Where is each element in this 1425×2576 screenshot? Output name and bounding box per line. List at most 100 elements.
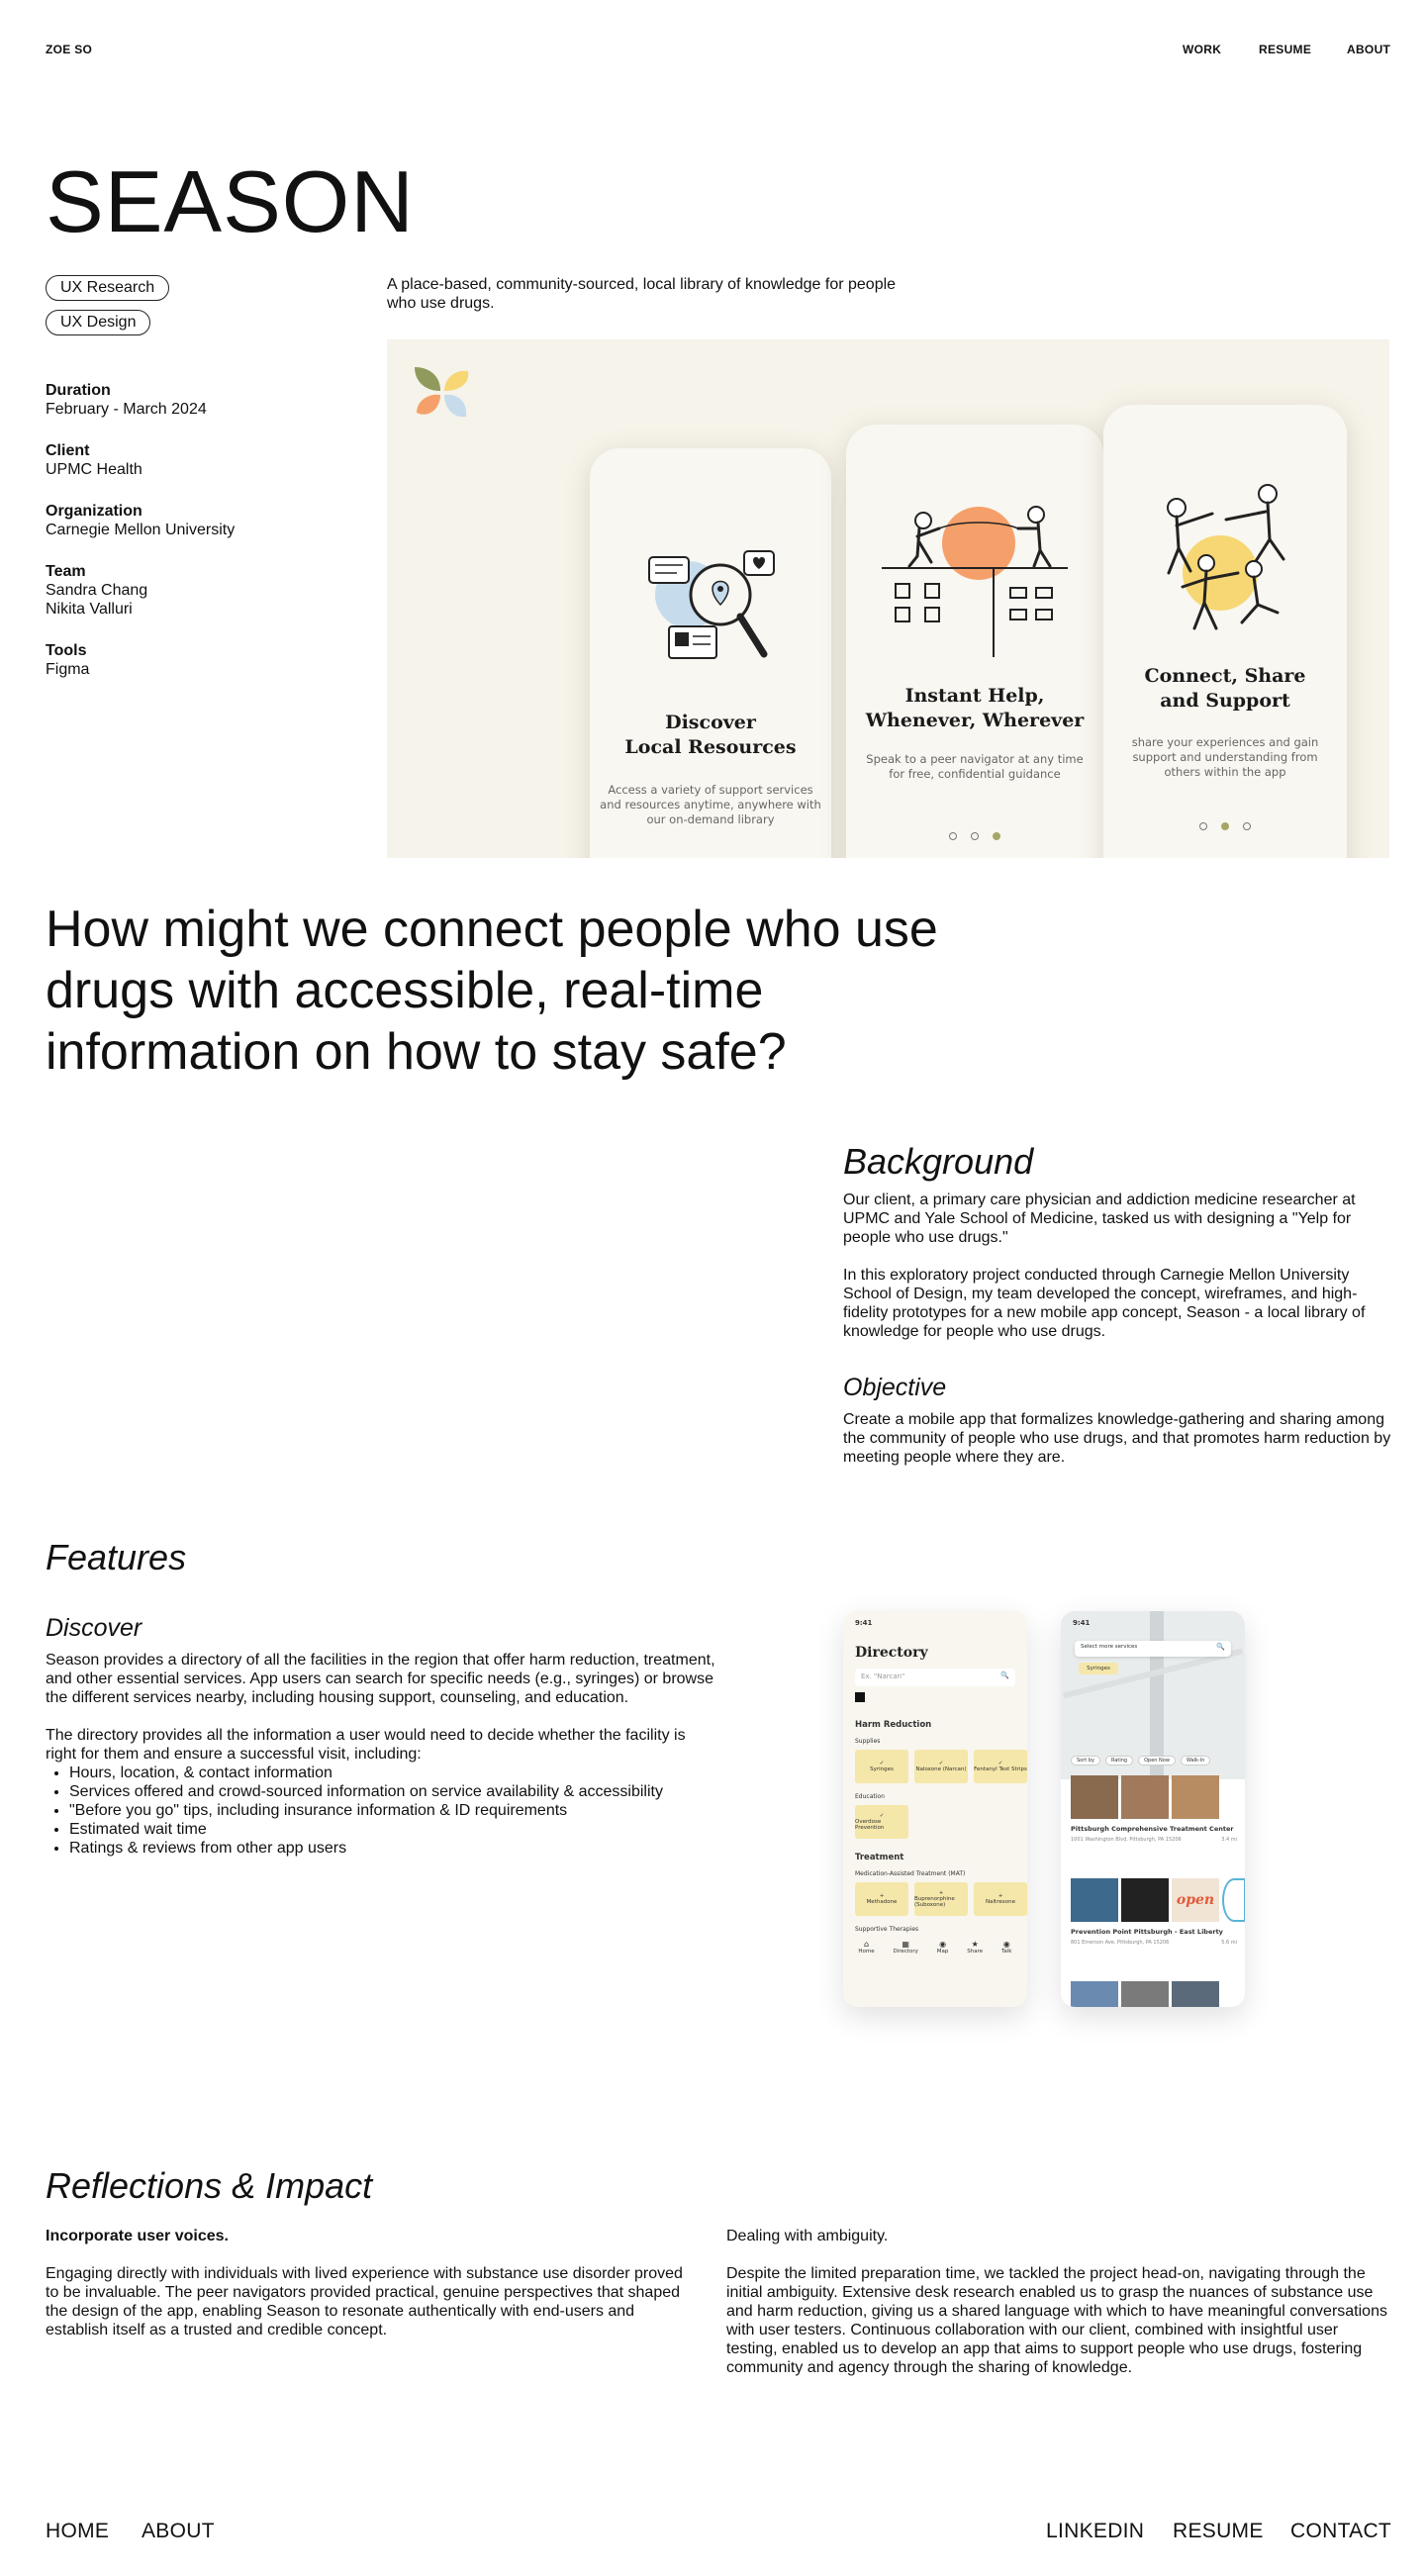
- tools-value: Figma: [46, 661, 90, 678]
- chat-icon: ◉: [1002, 1940, 1010, 1949]
- objective-text: Create a mobile app that formalizes know…: [843, 1411, 1391, 1466]
- page-dot-active[interactable]: [1221, 822, 1229, 830]
- season-logo-icon: [415, 367, 469, 418]
- status-time: 9:41: [855, 1619, 873, 1627]
- organization-label: Organization: [46, 503, 142, 520]
- discover-heading: Discover: [46, 1614, 142, 1642]
- footer-linkedin[interactable]: LINKEDIN: [1046, 2520, 1144, 2543]
- screen-subtitle: Access a variety of support services and…: [600, 783, 821, 826]
- filter-rating[interactable]: Rating: [1104, 1756, 1134, 1765]
- client-label: Client: [46, 442, 90, 459]
- map-search-text: Select more services: [1081, 1644, 1138, 1650]
- filter-row: Sort by Rating Open Now Walk-In: [1071, 1756, 1211, 1765]
- tab-directory[interactable]: ▦ Directory: [894, 1940, 918, 1955]
- page-dot[interactable]: [949, 832, 957, 840]
- organization-value: Carnegie Mellon University: [46, 522, 236, 538]
- background-paragraph: In this exploratory project conducted th…: [843, 1267, 1366, 1340]
- project-summary: A place-based, community-sourced, local …: [387, 276, 897, 312]
- place-photo: [1172, 1775, 1219, 1819]
- status-time: 9:41: [1073, 1619, 1091, 1627]
- nav-resume[interactable]: RESUME: [1259, 43, 1311, 56]
- place-distance: 5.6 mi: [1221, 1940, 1237, 1946]
- features-heading: Features: [46, 1537, 187, 1577]
- place-photo: [1172, 1981, 1219, 2007]
- map-road: [1150, 1611, 1164, 1779]
- community-illustration-icon: [1167, 484, 1285, 630]
- map-view[interactable]: [1061, 1611, 1245, 1779]
- background-paragraph: Our client, a primary care physician and…: [843, 1192, 1356, 1246]
- duration-value: February - March 2024: [46, 401, 207, 418]
- list-item: Estimated wait time: [69, 1820, 663, 1839]
- tag-ux-research: UX Research: [46, 275, 170, 301]
- tab-share[interactable]: ★ Share: [967, 1940, 983, 1955]
- phone-call-illustration-icon: [882, 506, 1068, 657]
- team-member: Sandra Chang: [46, 582, 148, 599]
- filter-chip-syringes[interactable]: Syringes: [1079, 1663, 1118, 1674]
- filter-sort[interactable]: Sort by: [1071, 1756, 1100, 1765]
- reflection-title: Incorporate user voices.: [46, 2228, 229, 2244]
- footer-home[interactable]: HOME: [46, 2520, 109, 2543]
- reflection-text: Despite the limited preparation time, we…: [726, 2265, 1387, 2376]
- place-title[interactable]: Pittsburgh Comprehensive Treatment Cente…: [1071, 1825, 1239, 1833]
- service-chip[interactable]: + Methadone: [855, 1882, 908, 1916]
- screen-title: Instant Help, Whenever, Wherever: [865, 685, 1085, 731]
- filter-walk-in[interactable]: Walk-In: [1180, 1756, 1211, 1765]
- home-icon: ⌂: [864, 1940, 870, 1949]
- directory-title: Directory: [855, 1645, 928, 1661]
- background-section: Background Our client, a primary care ph…: [843, 1141, 1392, 1467]
- service-chip[interactable]: ✓ Syringes: [855, 1750, 908, 1783]
- screen-subtitle: share your experiences and gain support …: [1131, 735, 1319, 779]
- map-search-field[interactable]: Select more services 🔍: [1075, 1641, 1231, 1657]
- hero-image: Discover Local Resources Access a variet…: [387, 339, 1389, 858]
- reflection-right: Dealing with ambiguity. Despite the limi…: [726, 2227, 1389, 2377]
- directory-search[interactable]: Ex. "Narcan" 🔍: [855, 1669, 1015, 1686]
- search-icon: 🔍: [1216, 1643, 1225, 1651]
- feature-list: Hours, location, & contact information S…: [69, 1764, 663, 1858]
- filter-icon[interactable]: [855, 1692, 865, 1702]
- page-dot[interactable]: [971, 832, 979, 840]
- screen-title: Discover Local Resources: [624, 712, 797, 758]
- list-item: Ratings & reviews from other app users: [69, 1839, 663, 1858]
- section-title: Harm Reduction: [855, 1720, 932, 1730]
- logo[interactable]: ZOE SO: [46, 43, 92, 56]
- page-title: SEASON: [46, 152, 415, 250]
- place-photo: [1071, 1775, 1118, 1819]
- onboarding-screen-help: Instant Help, Whenever, Wherever Speak t…: [846, 425, 1103, 858]
- page-dot-active[interactable]: [993, 832, 1000, 840]
- place-title[interactable]: Prevention Point Pittsburgh - East Liber…: [1071, 1928, 1239, 1936]
- place-address: 801 Emerson Ave, Pittsburgh, PA 15206: [1071, 1940, 1170, 1946]
- project-meta: Duration February - March 2024 Client UP…: [46, 381, 362, 679]
- page-dot[interactable]: [1199, 822, 1207, 830]
- nav-work[interactable]: WORK: [1183, 43, 1221, 56]
- service-chip[interactable]: ✓ Overdose Prevention: [855, 1805, 908, 1839]
- tab-home[interactable]: ⌂ Home: [858, 1940, 874, 1955]
- open-sign-photo: open: [1172, 1878, 1219, 1922]
- place-photo: [1222, 1878, 1245, 1922]
- discover-section: Discover Season provides a directory of …: [46, 1613, 718, 1858]
- subsection-label: Supplies: [855, 1738, 881, 1745]
- subsection-label: Medication-Assisted Treatment (MAT): [855, 1870, 966, 1877]
- nav-about[interactable]: ABOUT: [1347, 43, 1390, 56]
- screen-subtitle: Speak to a peer navigator at any time fo…: [866, 752, 1084, 781]
- map-screen-mockup: 9:41 Select more services 🔍 Syringes Sor…: [1061, 1611, 1245, 2007]
- filter-open-now[interactable]: Open Now: [1138, 1756, 1176, 1765]
- service-chip[interactable]: ✓ Fentanyl Test Strips: [974, 1750, 1027, 1783]
- place-photos: [1071, 1775, 1219, 1819]
- place-photo: [1071, 1878, 1118, 1922]
- duration-label: Duration: [46, 382, 111, 399]
- page-dot[interactable]: [1243, 822, 1251, 830]
- service-chip[interactable]: ✓ Naloxone (Narcan): [914, 1750, 968, 1783]
- directory-icon: ▦: [902, 1940, 909, 1949]
- footer-about[interactable]: ABOUT: [142, 2520, 215, 2543]
- objective-heading: Objective: [843, 1374, 947, 1401]
- tab-map[interactable]: ◉ Map: [937, 1940, 949, 1955]
- place-photo: [1121, 1981, 1169, 2007]
- screen-title: Connect, Share and Support: [1144, 665, 1306, 712]
- service-chip[interactable]: + Naltrexone: [974, 1882, 1027, 1916]
- footer-resume[interactable]: RESUME: [1173, 2520, 1264, 2543]
- service-chip[interactable]: + Buprenorphine (Suboxone): [914, 1882, 968, 1916]
- place-address: 1001 Washington Blvd, Pittsburgh, PA 152…: [1071, 1837, 1182, 1843]
- tab-talk[interactable]: ◉ Talk: [1001, 1940, 1012, 1955]
- footer-contact[interactable]: CONTACT: [1290, 2520, 1391, 2543]
- subsection-label: Supportive Therapies: [855, 1926, 919, 1933]
